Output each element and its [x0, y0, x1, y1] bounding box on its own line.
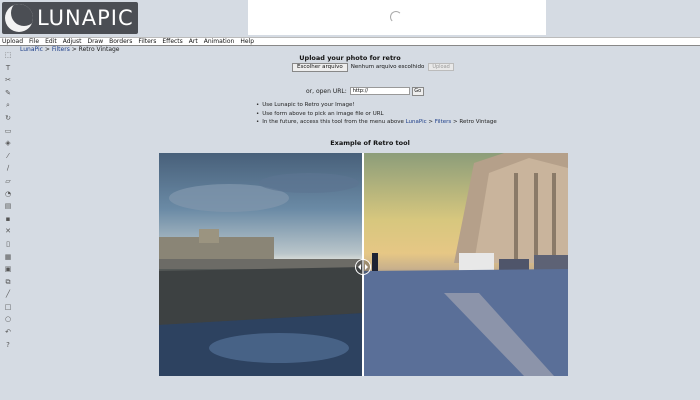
- menu-bar: Upload File Edit Adjust Draw Borders Fil…: [0, 37, 700, 46]
- tool-palette: ⬚ T ✂ ✎ ⌕ ↻ ▭ ◈ ⁄ ∕ ▱ ◔ ▤ ▪ ✕ ▯ ▦ ▣ ⧉ ╱ …: [3, 50, 15, 352]
- menu-art[interactable]: Art: [189, 38, 198, 45]
- text-icon[interactable]: T: [3, 63, 13, 73]
- tip-item: Use Lunapic to Retro your Image!: [256, 101, 497, 110]
- breadcrumb-current: Retro Vintage: [78, 46, 120, 53]
- loading-spinner-icon: [390, 11, 402, 23]
- menu-edit[interactable]: Edit: [45, 38, 57, 45]
- retro-photo: [364, 153, 568, 376]
- crop-icon[interactable]: ▭: [3, 126, 13, 136]
- rotate-icon[interactable]: ↻: [3, 113, 13, 123]
- menu-file[interactable]: File: [29, 38, 39, 45]
- original-photo-scene: [159, 173, 364, 376]
- tip-link-filters[interactable]: Filters: [435, 119, 452, 125]
- tips-list: Use Lunapic to Retro your Image! Use for…: [256, 101, 497, 127]
- lunapic-logo[interactable]: LUNAPIC: [2, 2, 138, 34]
- menu-help[interactable]: Help: [240, 38, 254, 45]
- undo-icon[interactable]: ↶: [3, 327, 13, 337]
- layers-icon[interactable]: ▤: [3, 201, 13, 211]
- file-upload-row: Escolher arquivo Nenhum arquivo escolhid…: [292, 62, 454, 72]
- tip-separator: >: [426, 119, 435, 125]
- moon-icon: [5, 4, 33, 32]
- circle-icon[interactable]: ○: [3, 314, 13, 324]
- upload-button[interactable]: Upload: [428, 63, 454, 71]
- pencil-icon[interactable]: ✎: [3, 88, 13, 98]
- breadcrumb: LunaPic > Filters > Retro Vintage: [20, 46, 120, 53]
- menu-borders[interactable]: Borders: [109, 38, 132, 45]
- copy-icon[interactable]: ⧉: [3, 277, 13, 287]
- close-icon[interactable]: ✕: [3, 226, 13, 236]
- top-bar: LUNAPIC: [0, 0, 700, 36]
- line-icon[interactable]: ╱: [3, 289, 13, 299]
- tip-text: Use Lunapic to Retro your Image!: [262, 102, 355, 108]
- no-file-label: Nenhum arquivo escolhido: [350, 64, 425, 70]
- breadcrumb-separator: >: [42, 46, 52, 53]
- upload-title: Upload your photo for retro: [299, 54, 401, 62]
- retro-photo-scene: [364, 153, 568, 376]
- breadcrumb-home[interactable]: LunaPic: [20, 46, 43, 53]
- compare-slider-handle-icon[interactable]: [355, 259, 371, 275]
- new-icon[interactable]: ▯: [3, 239, 13, 249]
- spray-icon[interactable]: ◔: [3, 189, 13, 199]
- zoom-icon[interactable]: ⌕: [3, 100, 13, 110]
- original-photo: [159, 153, 364, 376]
- tip-text: In the future, access this tool from the…: [262, 119, 406, 125]
- menu-filters[interactable]: Filters: [138, 38, 156, 45]
- url-input[interactable]: [349, 87, 410, 95]
- save-icon[interactable]: ▪: [3, 214, 13, 224]
- tip-text: Use form above to pick an image file or …: [262, 110, 384, 117]
- rectangle-icon[interactable]: □: [3, 302, 13, 312]
- help-icon[interactable]: ?: [3, 340, 13, 350]
- example-title: Example of Retro tool: [330, 139, 410, 147]
- eraser-icon[interactable]: ▱: [3, 176, 13, 186]
- breadcrumb-separator: >: [69, 46, 79, 53]
- menu-adjust[interactable]: Adjust: [63, 38, 82, 45]
- menu-animation[interactable]: Animation: [204, 38, 235, 45]
- go-button[interactable]: Go: [411, 86, 424, 96]
- tip-text: Retro Vintage: [459, 119, 497, 125]
- stack-icon[interactable]: ▣: [3, 264, 13, 274]
- brush-icon[interactable]: ∕: [3, 163, 13, 173]
- url-row: or, open URL: Go: [306, 86, 424, 96]
- logo-text: LUNAPIC: [37, 6, 134, 30]
- tip-link-lunapic[interactable]: LunaPic: [406, 119, 427, 125]
- choose-file-button[interactable]: Escolher arquivo: [292, 62, 348, 72]
- tip-item: In the future, access this tool from the…: [256, 118, 497, 127]
- breadcrumb-filters[interactable]: Filters: [52, 46, 70, 53]
- menu-draw[interactable]: Draw: [87, 38, 103, 45]
- url-label: or, open URL:: [306, 87, 347, 95]
- example-image: [159, 153, 568, 376]
- ad-banner: [248, 0, 546, 35]
- eyedropper-icon[interactable]: ⁄: [3, 151, 13, 161]
- scissors-icon[interactable]: ✂: [3, 75, 13, 85]
- print-icon[interactable]: ▦: [3, 252, 13, 262]
- tip-item: Use form above to pick an image file or …: [256, 110, 497, 119]
- menu-upload[interactable]: Upload: [2, 38, 23, 45]
- menu-effects[interactable]: Effects: [162, 38, 182, 45]
